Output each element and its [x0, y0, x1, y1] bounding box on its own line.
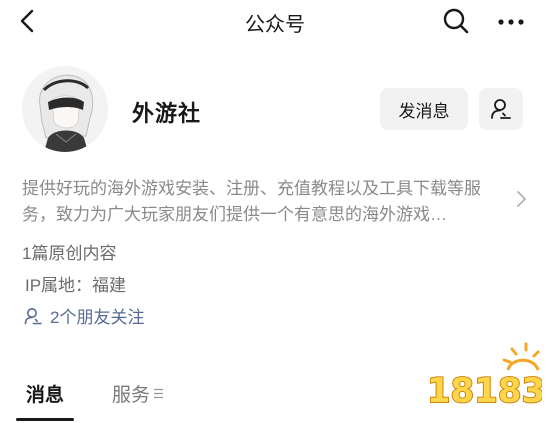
user-check-icon [491, 99, 511, 119]
watermark-text: 18183 [430, 371, 542, 411]
original-content-count[interactable]: 1篇原创内容 [22, 239, 116, 264]
tab-services[interactable]: 服务 [112, 380, 164, 407]
top-nav-bar: 公众号 [0, 0, 550, 44]
tab-services-label: 服务 [112, 385, 151, 406]
account-description[interactable]: 提供好玩的海外游戏安装、注册、充值教程以及工具下载等服务，致力为广大玩家朋友们提… [22, 176, 500, 228]
send-message-button[interactable]: 发消息 [380, 88, 468, 130]
profile-settings-button[interactable] [479, 88, 523, 130]
account-name: 外游社 [132, 101, 202, 126]
chevron-right-icon[interactable] [514, 190, 528, 208]
active-tab-indicator [16, 418, 74, 421]
tab-messages[interactable]: 消息 [26, 380, 64, 407]
watermark-logo: 18183 [430, 342, 542, 412]
friends-follow[interactable]: 2个朋友关注 [24, 303, 144, 328]
more-icon[interactable] [496, 10, 526, 34]
friends-icon [24, 307, 42, 324]
avatar[interactable] [22, 66, 108, 152]
ip-location: IP属地：福建 [25, 276, 127, 295]
search-icon[interactable] [442, 7, 470, 35]
friends-follow-label: 2个朋友关注 [50, 308, 145, 327]
menu-lines-icon [154, 388, 164, 399]
avatar-illustration [22, 66, 108, 152]
